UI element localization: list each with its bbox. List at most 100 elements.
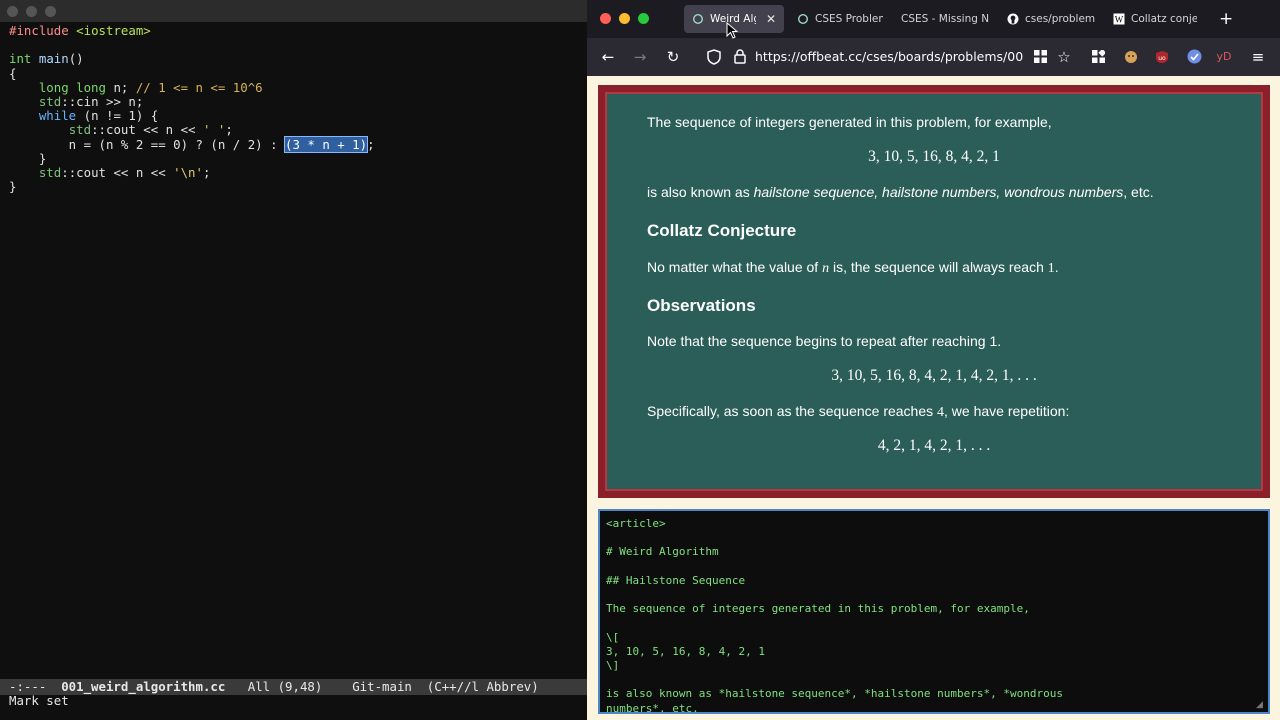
code-line-8: std::cout << n << ' '; <box>68 122 233 138</box>
check-extension-icon[interactable] <box>1183 46 1205 68</box>
navigation-bar: ← → ↻ https://offbeat.cc/cses/boards/pro… <box>587 38 1280 76</box>
markdown-line <box>606 673 1063 687</box>
code-editor[interactable]: #include <iostream> int main(){ long lon… <box>9 23 375 195</box>
url-bar[interactable]: https://offbeat.cc/cses/boards/problems/… <box>755 49 1023 64</box>
extensions-icon[interactable] <box>1087 46 1109 68</box>
mouse-pointer-icon <box>726 22 738 39</box>
zoom-window-button[interactable] <box>638 13 649 24</box>
markdown-line: <article> <box>606 517 666 530</box>
grid-icon[interactable] <box>1029 46 1051 68</box>
url-scheme: https:// <box>755 49 800 64</box>
code-line-9: n = (n % 2 == 0) ? (n / 2) : (3 * n + 1)… <box>9 135 375 153</box>
code-line-7: while (n != 1) { <box>38 108 159 124</box>
svg-text:uo: uo <box>1158 55 1166 62</box>
markdown-line <box>606 588 1063 602</box>
markdown-line: numbers*, etc. <box>606 701 699 714</box>
markdown-line: is also known as *hailstone sequence*, *… <box>606 687 1063 701</box>
tab-bar: Weird Algo ✕ CSES Problem CSES - Missing… <box>587 0 1280 38</box>
collatz-one: 1 <box>1047 261 1055 276</box>
code-line-10: } <box>9 150 47 166</box>
code-line-6: std::cin >> n; <box>38 94 144 110</box>
code-line-12: } <box>9 179 17 195</box>
aka-paragraph: is also known as hailstone sequence, hai… <box>647 184 1154 200</box>
tab-label: CSES Problem <box>815 13 883 25</box>
article-preview-card: The sequence of integers generated in th… <box>598 85 1270 498</box>
new-tab-button[interactable]: + <box>1219 9 1233 29</box>
markdown-line <box>606 560 1063 574</box>
echo-area: Mark set <box>9 693 69 708</box>
wikipedia-icon: W <box>1113 13 1125 25</box>
aka-suffix: , etc. <box>1123 184 1154 200</box>
intro-paragraph: The sequence of integers generated in th… <box>647 114 1052 130</box>
offbeat-icon <box>692 13 704 25</box>
close-window-button[interactable] <box>7 6 18 17</box>
collatz-paragraph: No matter what the value of n is, the se… <box>647 259 1059 277</box>
close-tab-icon[interactable]: ✕ <box>766 12 776 26</box>
back-arrow-icon[interactable]: ← <box>597 46 619 68</box>
emacs-window: #include <iostream> int main(){ long lon… <box>0 0 587 720</box>
close-window-button[interactable] <box>600 13 611 24</box>
url-host: offbeat.cc <box>799 49 862 64</box>
emacs-titlebar <box>0 0 587 22</box>
page-content: The sequence of integers generated in th… <box>587 76 1280 720</box>
lock-icon[interactable] <box>729 46 751 68</box>
url-path: /cses/boards/problems/001_w <box>861 49 1023 64</box>
modeline-status: -:--- <box>9 679 62 694</box>
tab-github-cses[interactable]: cses/problem <box>999 5 1103 33</box>
collatz-post: is, the sequence will always reach <box>829 259 1048 275</box>
markdown-line: # Weird Algorithm <box>606 545 719 559</box>
code-line-1: #include <iostream> <box>9 23 151 38</box>
specifically-paragraph: Specifically, as soon as the sequence re… <box>647 403 1069 421</box>
resize-handle-icon[interactable]: ◢ <box>1256 700 1266 710</box>
yd-extension-icon[interactable]: yD <box>1213 46 1235 68</box>
monkey-extension-icon[interactable] <box>1120 46 1142 68</box>
minimize-window-button[interactable] <box>26 6 37 17</box>
markdown-line <box>606 531 1063 545</box>
spec-pre: Specifically, as soon as the sequence re… <box>647 403 938 419</box>
forward-arrow-icon[interactable]: → <box>629 46 651 68</box>
tab-label: Collatz conjec <box>1131 13 1197 25</box>
observation-paragraph: Note that the sequence begins to repeat … <box>647 333 1002 349</box>
markdown-line <box>606 616 1063 630</box>
observations-heading: Observations <box>647 296 756 315</box>
math-sequence-1: 3, 10, 5, 16, 8, 4, 2, 1 <box>868 148 1000 165</box>
reload-icon[interactable]: ↻ <box>662 46 684 68</box>
tab-cses-problem[interactable]: CSES Problem <box>789 5 891 33</box>
minimize-window-button[interactable] <box>619 13 630 24</box>
collatz-end: . <box>1054 259 1059 275</box>
tab-cses-missing-number[interactable]: CSES - Missing Nu <box>893 5 997 33</box>
collatz-pre: No matter what the value of <box>647 259 823 275</box>
markdown-line: 3, 10, 5, 16, 8, 4, 2, 1 <box>606 644 765 658</box>
tab-label: CSES - Missing Nu <box>901 13 989 25</box>
code-line-5: long long n; // 1 <= n <= 10^6 <box>38 79 263 95</box>
collatz-heading: Collatz Conjecture <box>647 221 797 240</box>
markdown-source-text[interactable]: <article> # Weird Algorithm ## Hailstone… <box>606 517 1063 714</box>
aka-prefix: is also known as <box>647 184 754 200</box>
offbeat-icon <box>797 13 809 25</box>
article-body: The sequence of integers generated in th… <box>605 92 1263 491</box>
code-line-4: { <box>9 65 17 81</box>
star-bookmark-icon[interactable]: ☆ <box>1053 46 1075 68</box>
markdown-line: ## Hailstone Sequence <box>606 573 746 587</box>
selected-region[interactable]: (3 * n + 1) <box>284 135 369 153</box>
tab-collatz-wikipedia[interactable]: W Collatz conjec <box>1105 5 1205 33</box>
ublock-origin-icon[interactable]: uo <box>1151 46 1173 68</box>
modeline-buffer-name: 001_weird_algorithm.cc <box>61 679 226 694</box>
markdown-line: \[ <box>606 630 620 644</box>
aka-emphasis: hailstone sequence, hailstone numbers, w… <box>753 184 1124 200</box>
hamburger-menu-icon[interactable]: ≡ <box>1247 46 1269 68</box>
modeline-position: All (9,48) <box>247 679 323 694</box>
markdown-source-editor[interactable]: <article> # Weird Algorithm ## Hailstone… <box>598 509 1270 714</box>
shield-icon[interactable] <box>703 46 725 68</box>
math-sequence-2: 3, 10, 5, 16, 8, 4, 2, 1, 4, 2, 1, . . . <box>831 367 1037 384</box>
markdown-line: The sequence of integers generated in th… <box>606 602 1030 616</box>
modeline-vc: Git-main <box>352 679 412 694</box>
spec-num: 4 <box>937 405 945 420</box>
github-icon <box>1007 13 1019 25</box>
spec-post: , we have repetition: <box>944 403 1070 419</box>
math-sequence-3: 4, 2, 1, 4, 2, 1, . . . <box>877 437 991 454</box>
zoom-window-button[interactable] <box>45 6 56 17</box>
code-line-3: int main() <box>9 51 84 67</box>
tab-label: cses/problem <box>1025 13 1095 25</box>
